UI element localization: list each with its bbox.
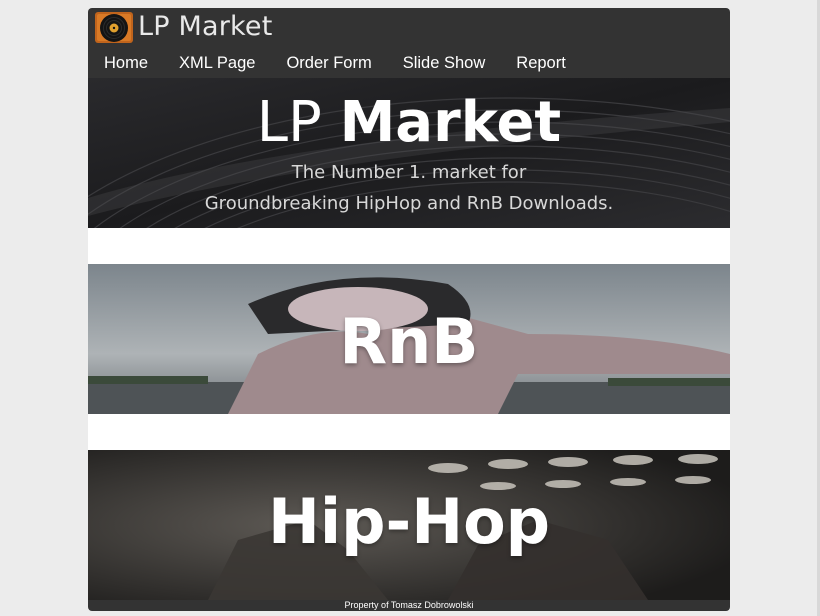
rnb-title: RnB <box>339 305 479 378</box>
nav-xml-page[interactable]: XML Page <box>179 52 255 74</box>
hero-banner: LP Market The Number 1. market for Groun… <box>88 78 730 228</box>
page-container: LP Market Home XML Page Order Form Slide… <box>88 8 730 611</box>
hero-subtitle-line2: Groundbreaking HipHop and RnB Downloads. <box>204 193 614 214</box>
nav-slide-show[interactable]: Slide Show <box>403 52 486 74</box>
nav-order-form[interactable]: Order Form <box>286 52 371 74</box>
hero-subtitle-line1: The Number 1. market for <box>291 162 527 183</box>
site-title: LP Market <box>138 11 273 42</box>
nav-home[interactable]: Home <box>104 52 148 74</box>
hero-title: LP Market <box>88 90 730 156</box>
hiphop-title: Hip-Hop <box>267 485 551 558</box>
rnb-banner[interactable]: RnB <box>88 264 730 414</box>
vinyl-record-icon[interactable] <box>95 12 133 43</box>
hero-title-bold: Market <box>339 90 562 155</box>
hiphop-banner[interactable]: Hip-Hop <box>88 450 730 600</box>
hero-title-light: LP <box>256 90 340 155</box>
main-nav: Home XML Page Order Form Slide Show Repo… <box>104 52 597 74</box>
site-header: LP Market Home XML Page Order Form Slide… <box>88 8 730 78</box>
nav-report[interactable]: Report <box>516 52 566 74</box>
site-footer: Property of Tomasz Dobrowolski <box>88 600 730 611</box>
